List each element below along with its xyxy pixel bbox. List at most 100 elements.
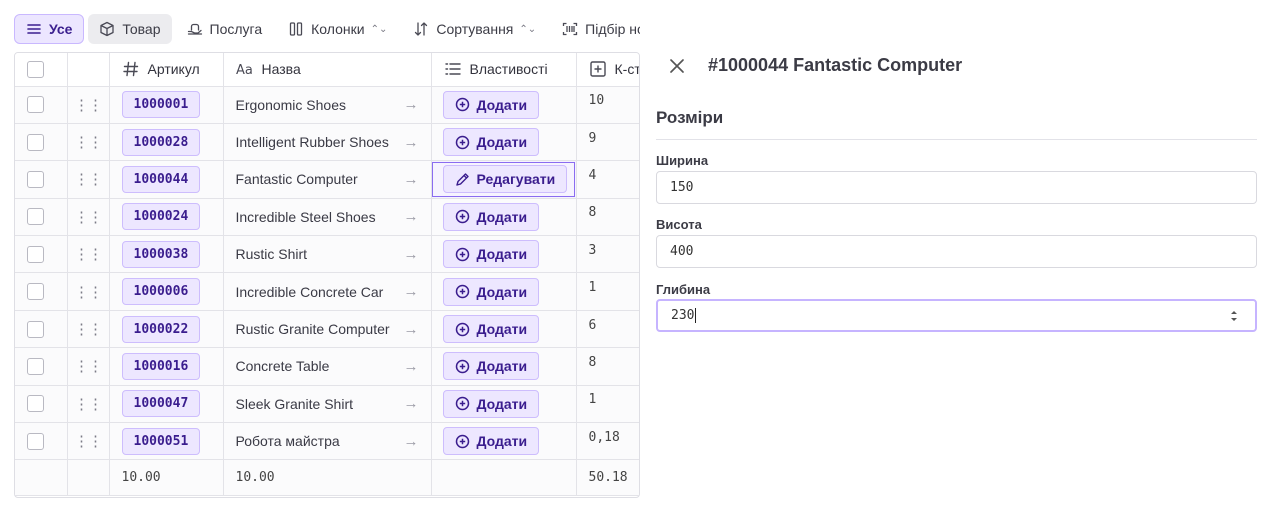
drag-handle-icon[interactable]: ⋮⋮ bbox=[68, 432, 109, 450]
drag-handle-icon[interactable]: ⋮⋮ bbox=[68, 245, 109, 263]
column-header-properties[interactable]: Властивості bbox=[431, 53, 577, 87]
table-row[interactable]: ⋮⋮ 1000044 Fantastic Computer → Редагувати 4 bbox=[15, 160, 639, 199]
article-chip[interactable]: 1000047 bbox=[121, 390, 201, 418]
article-cell: 1000051 bbox=[109, 422, 224, 461]
drag-cell: ⋮⋮ bbox=[67, 86, 110, 124]
product-name: Fantastic Computer bbox=[235, 171, 358, 188]
menu-icon bbox=[26, 21, 42, 37]
filter-all-button[interactable]: Усе bbox=[14, 14, 85, 44]
filter-goods-button[interactable]: Товар bbox=[88, 14, 172, 44]
arrow-right-icon[interactable]: → bbox=[404, 321, 419, 338]
arrow-right-icon[interactable]: → bbox=[404, 358, 419, 375]
row-checkbox[interactable] bbox=[27, 320, 44, 338]
row-checkbox-cell bbox=[15, 385, 68, 424]
add-properties-button[interactable]: Додати bbox=[442, 240, 540, 269]
drag-handle-icon[interactable]: ⋮⋮ bbox=[68, 133, 109, 151]
columns-button[interactable]: Колонки ⌃⌄ bbox=[277, 14, 398, 44]
height-field[interactable]: 400 bbox=[656, 235, 1257, 268]
row-checkbox-cell bbox=[15, 86, 68, 124]
add-properties-button[interactable]: Додати bbox=[442, 427, 540, 456]
filter-service-button[interactable]: Послуга bbox=[176, 14, 274, 44]
add-properties-button[interactable]: Додати bbox=[442, 128, 540, 157]
drag-handle-icon[interactable]: ⋮⋮ bbox=[68, 96, 109, 114]
quantity-cell[interactable]: 4 bbox=[576, 160, 639, 199]
table-row[interactable]: ⋮⋮ 1000047 Sleek Granite Shirt → Додати 1 bbox=[15, 385, 639, 424]
article-chip[interactable]: 1000024 bbox=[121, 203, 201, 231]
row-checkbox[interactable] bbox=[27, 395, 44, 413]
arrow-right-icon[interactable]: → bbox=[404, 283, 419, 300]
article-chip[interactable]: 1000051 bbox=[121, 427, 201, 455]
add-properties-button[interactable]: Додати bbox=[442, 90, 540, 119]
row-checkbox[interactable] bbox=[27, 133, 44, 151]
quantity-cell[interactable]: 3 bbox=[576, 235, 639, 274]
arrow-right-icon[interactable]: → bbox=[404, 433, 419, 450]
drag-handle-icon[interactable]: ⋮⋮ bbox=[68, 357, 109, 375]
add-properties-button[interactable]: Додати bbox=[442, 389, 540, 418]
edit-properties-button[interactable]: Редагувати bbox=[442, 165, 568, 194]
arrow-right-icon[interactable]: → bbox=[404, 246, 419, 263]
drag-handle-icon[interactable]: ⋮⋮ bbox=[68, 208, 109, 226]
column-header-name[interactable]: Aa Назва bbox=[223, 53, 432, 87]
table-row[interactable]: ⋮⋮ 1000016 Concrete Table → Додати 8 bbox=[15, 347, 639, 386]
table-row[interactable]: ⋮⋮ 1000006 Incredible Concrete Car → Додати 1 bbox=[15, 272, 639, 311]
add-properties-button[interactable]: Додати bbox=[442, 202, 540, 231]
row-checkbox[interactable] bbox=[27, 208, 44, 226]
table-row[interactable]: ⋮⋮ 1000028 Intelligent Rubber Shoes → Додати… bbox=[15, 123, 639, 162]
row-checkbox[interactable] bbox=[27, 357, 44, 375]
properties-button-label: Додати bbox=[476, 134, 528, 151]
quantity-cell[interactable]: 6 bbox=[576, 310, 639, 349]
add-properties-button[interactable]: Додати bbox=[442, 315, 540, 344]
drag-handle-icon[interactable]: ⋮⋮ bbox=[68, 395, 109, 413]
article-chip[interactable]: 1000016 bbox=[121, 352, 201, 380]
article-chip[interactable]: 1000001 bbox=[121, 91, 201, 119]
row-checkbox[interactable] bbox=[27, 432, 44, 450]
quantity-cell[interactable]: 1 bbox=[576, 385, 639, 424]
row-checkbox[interactable] bbox=[27, 96, 44, 114]
quantity-cell[interactable]: 10 bbox=[576, 86, 639, 124]
depth-field[interactable]: 230 bbox=[656, 299, 1257, 332]
arrow-right-icon[interactable]: → bbox=[404, 208, 419, 225]
table-row[interactable]: ⋮⋮ 1000038 Rustic Shirt → Додати 3 bbox=[15, 235, 639, 274]
table-row[interactable]: ⋮⋮ 1000051 Робота майстра → Додати 0,18 bbox=[15, 422, 639, 461]
quantity-cell[interactable]: 8 bbox=[576, 198, 639, 237]
plus-circle-icon bbox=[455, 284, 470, 299]
article-chip[interactable]: 1000006 bbox=[121, 278, 201, 306]
article-chip[interactable]: 1000028 bbox=[121, 128, 201, 156]
quantity-cell[interactable]: 1 bbox=[576, 272, 639, 311]
quantity-cell[interactable]: 0,18 bbox=[576, 422, 639, 461]
table-row[interactable]: ⋮⋮ 1000024 Incredible Steel Shoes → Додати 8 bbox=[15, 198, 639, 237]
column-header-article[interactable]: Артикул bbox=[109, 53, 224, 87]
sort-button[interactable]: Сортування ⌃⌄ bbox=[402, 14, 547, 44]
row-checkbox[interactable] bbox=[27, 283, 44, 301]
column-header-quantity[interactable]: К-сть bbox=[576, 53, 639, 87]
close-icon[interactable] bbox=[667, 56, 687, 76]
total-qty-cell: 50.18 bbox=[576, 459, 639, 497]
table-header-row: Артикул Aa Назва Властивості К-сть bbox=[15, 53, 639, 87]
quantity-value: 3 bbox=[588, 242, 597, 258]
drag-handle-icon[interactable]: ⋮⋮ bbox=[68, 170, 109, 188]
add-properties-button[interactable]: Додати bbox=[442, 352, 540, 381]
row-checkbox[interactable] bbox=[27, 170, 44, 188]
arrow-right-icon[interactable]: → bbox=[404, 134, 419, 151]
select-all-checkbox[interactable] bbox=[27, 60, 44, 78]
article-chip[interactable]: 1000044 bbox=[121, 165, 201, 193]
table-row[interactable]: ⋮⋮ 1000022 Rustic Granite Computer → Додати 6 bbox=[15, 310, 639, 349]
spinner-icon[interactable] bbox=[1229, 308, 1239, 324]
article-chip[interactable]: 1000022 bbox=[121, 315, 201, 343]
row-checkbox[interactable] bbox=[27, 245, 44, 263]
arrow-right-icon[interactable]: → bbox=[404, 395, 419, 412]
properties-cell: Додати bbox=[431, 385, 577, 424]
arrow-right-icon[interactable]: → bbox=[404, 96, 419, 113]
arrow-right-icon[interactable]: → bbox=[404, 171, 419, 188]
quantity-cell[interactable]: 9 bbox=[576, 123, 639, 162]
drag-handle-icon[interactable]: ⋮⋮ bbox=[68, 320, 109, 338]
table-row[interactable]: ⋮⋮ 1000001 Ergonomic Shoes → Додати 10 bbox=[15, 86, 639, 124]
article-chip[interactable]: 1000038 bbox=[121, 240, 201, 268]
width-field[interactable]: 150 bbox=[656, 171, 1257, 204]
add-properties-button[interactable]: Додати bbox=[442, 277, 540, 306]
row-checkbox-cell bbox=[15, 347, 68, 386]
properties-cell: Додати bbox=[431, 235, 577, 274]
quantity-value: 1 bbox=[588, 280, 597, 296]
quantity-cell[interactable]: 8 bbox=[576, 347, 639, 386]
drag-handle-icon[interactable]: ⋮⋮ bbox=[68, 283, 109, 301]
